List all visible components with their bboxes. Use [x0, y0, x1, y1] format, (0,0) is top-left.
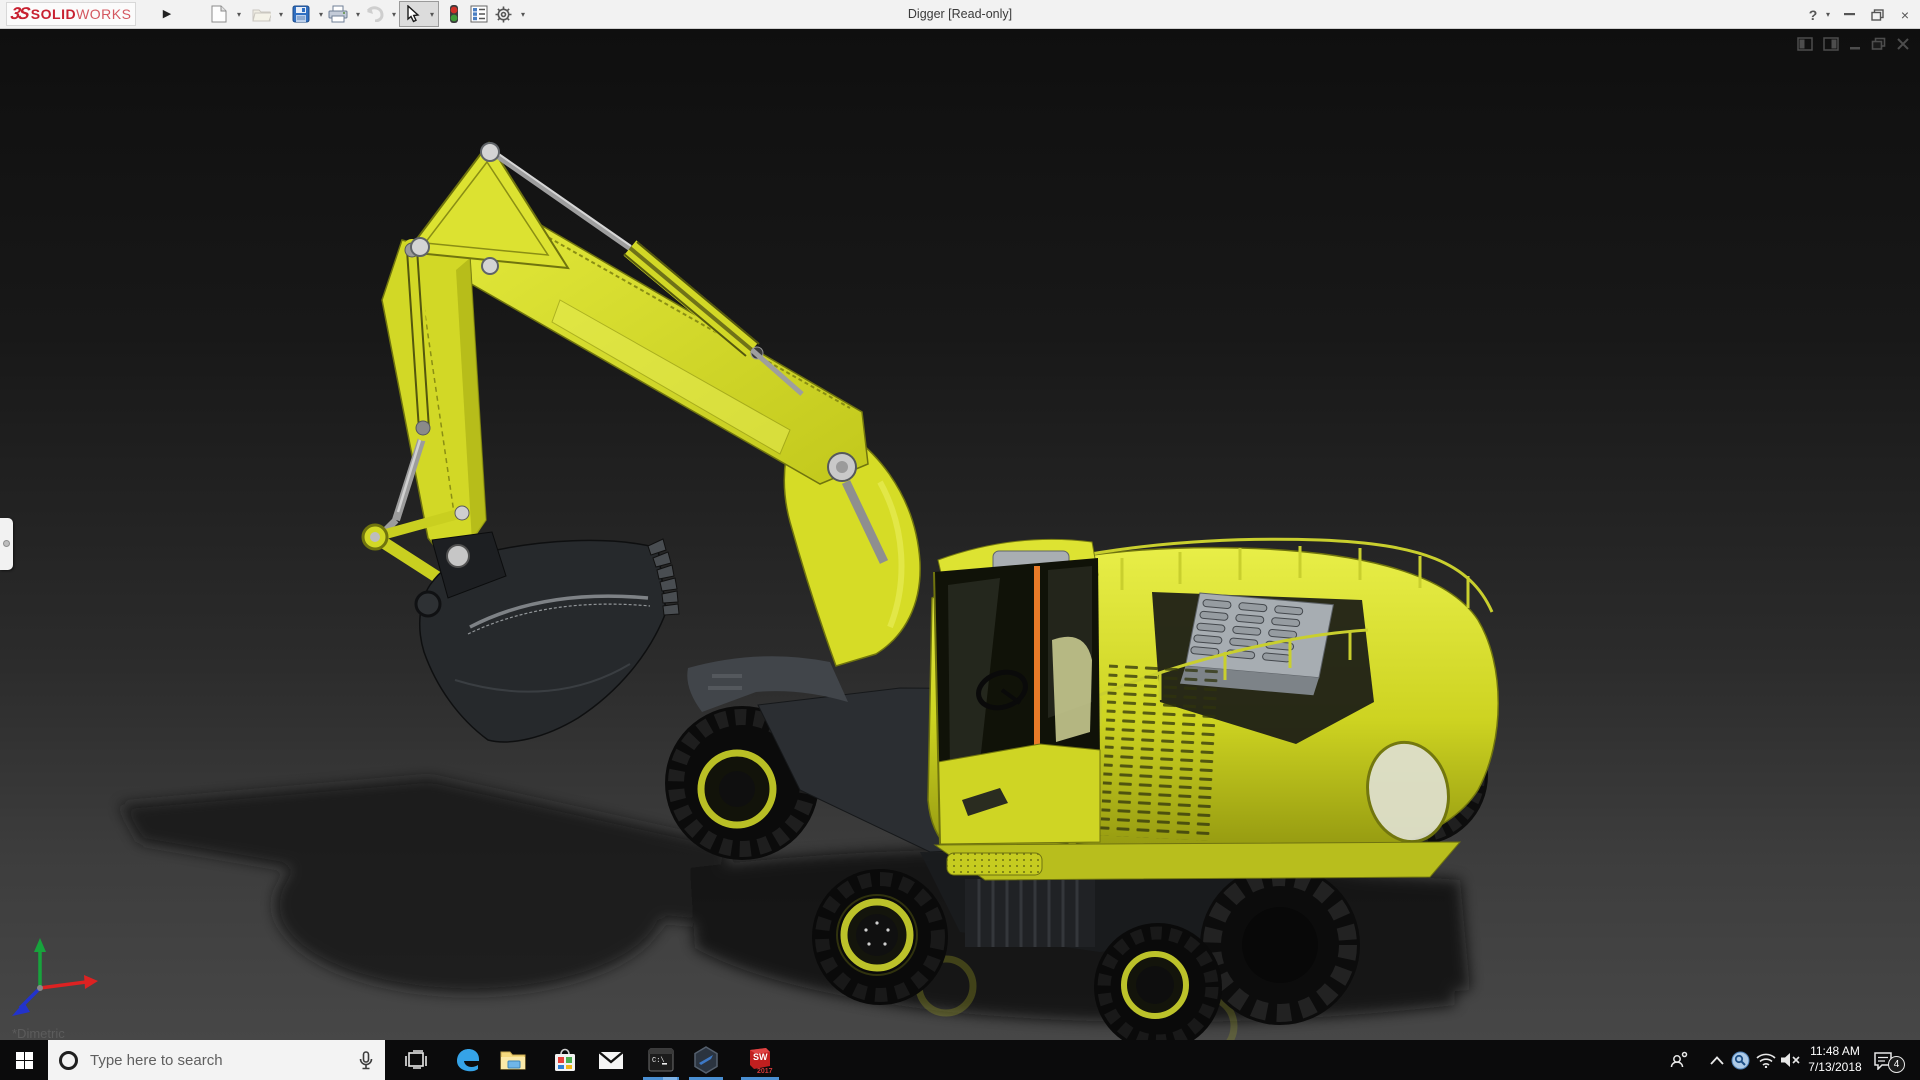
taskbar-search-input[interactable]: Type here to search: [48, 1040, 385, 1080]
clock-date: 7/13/2018: [1808, 1060, 1862, 1074]
search-placeholder: Type here to search: [90, 1051, 223, 1069]
help-button[interactable]: ?: [1802, 0, 1824, 29]
panel-icon-b[interactable]: [1823, 37, 1839, 51]
view-orientation-label: *Dimetric: [12, 1026, 65, 1041]
resource-monitor-icon[interactable]: [1729, 1049, 1751, 1071]
bucket: [414, 531, 680, 743]
edrawings-hexagon-icon[interactable]: [691, 1045, 721, 1075]
start-button[interactable]: [0, 1040, 48, 1080]
command-prompt-icon[interactable]: C:\: [646, 1045, 676, 1075]
digger-excavator-3d-model: [12, 141, 1499, 1040]
orientation-triad: [12, 938, 98, 1016]
feature-panel-flyout-tab[interactable]: [0, 518, 13, 570]
windows-logo-icon: [15, 1051, 33, 1069]
doc-restore-icon[interactable]: [1871, 37, 1886, 51]
cortana-icon: [59, 1050, 78, 1070]
restore-button[interactable]: [1866, 0, 1888, 29]
clock-time: 11:48 AM: [1810, 1044, 1860, 1058]
panel-icon-a[interactable]: [1797, 37, 1813, 51]
hidden-icons-chevron[interactable]: [1706, 1049, 1728, 1071]
microsoft-store-icon[interactable]: [550, 1045, 580, 1075]
help-dropdown[interactable]: ▾: [1822, 0, 1834, 29]
wheel-near-front: [812, 869, 948, 1005]
microphone-icon[interactable]: [359, 1050, 373, 1070]
doc-close-icon[interactable]: [1896, 37, 1910, 51]
window-title: Digger [Read-only]: [907, 7, 1013, 21]
wifi-icon[interactable]: [1755, 1049, 1777, 1071]
graphics-viewport[interactable]: *Dimetric: [0, 29, 1920, 1041]
minimize-button[interactable]: [1838, 0, 1860, 29]
svg-text:SW: SW: [753, 1052, 768, 1062]
file-explorer-icon[interactable]: [498, 1045, 528, 1075]
cab: [933, 538, 1101, 845]
close-button[interactable]: ×: [1894, 0, 1916, 29]
document-window-controls: [1797, 37, 1910, 51]
solidworks-2017-icon[interactable]: SW 2017: [744, 1045, 774, 1075]
titlebar: 3S SOLID WORKS ▶ ▾ ▾ ▾ ▾ ▾ ▾ ▾ Digger [Re…: [0, 0, 1920, 29]
people-icon[interactable]: [1668, 1049, 1690, 1071]
volume-muted-icon[interactable]: [1779, 1049, 1801, 1071]
flyout-tab-dot: [3, 540, 10, 547]
operator-seat: [1052, 636, 1092, 742]
edge-browser-icon[interactable]: [453, 1045, 483, 1075]
task-view-button[interactable]: [401, 1045, 431, 1075]
mail-icon[interactable]: [596, 1045, 626, 1075]
windows-taskbar: Type here to search C:\ SW 2017 11:48 AM…: [0, 1040, 1920, 1080]
doc-minimize-icon[interactable]: [1849, 37, 1861, 51]
taskbar-clock[interactable]: 11:48 AM 7/13/2018: [1800, 1043, 1870, 1075]
svg-text:2017: 2017: [757, 1068, 773, 1075]
notification-badge: 4: [1888, 1056, 1905, 1073]
